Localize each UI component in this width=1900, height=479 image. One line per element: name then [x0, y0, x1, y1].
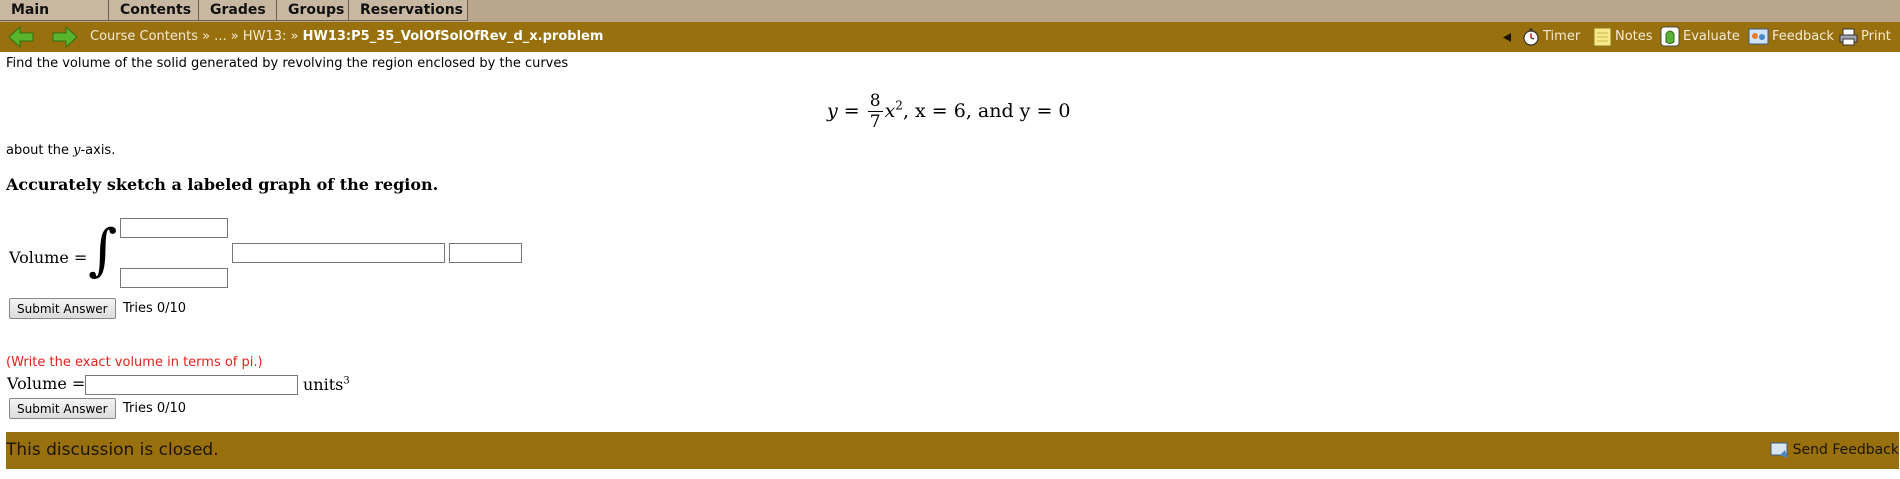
- eq-fraction: 8 7: [867, 91, 883, 132]
- collapse-triangle-icon[interactable]: [1503, 33, 1512, 42]
- menu-groups[interactable]: Groups: [277, 0, 349, 21]
- feedback-label: Feedback: [1772, 29, 1834, 44]
- exact-volume-hint: (Write the exact volume in terms of pi.): [6, 355, 263, 370]
- evaluate-label: Evaluate: [1683, 29, 1740, 44]
- eq-exponent: 2: [895, 98, 903, 113]
- eq-denominator: 7: [869, 112, 881, 132]
- menu-contents[interactable]: Contents: [109, 0, 199, 21]
- integrand-input[interactable]: [232, 243, 445, 263]
- notes-tool[interactable]: Notes: [1593, 22, 1653, 52]
- breadcrumb-current: HW13:P5_35_VolOfSolOfRev_d_x.problem: [302, 29, 604, 44]
- discussion-closed-text: This discussion is closed.: [6, 440, 219, 460]
- menu-grades[interactable]: Grades: [199, 0, 277, 21]
- differential-input[interactable]: [449, 243, 522, 263]
- units-label: units3: [303, 375, 350, 394]
- submit-answer-button-2[interactable]: Submit Answer: [9, 398, 116, 419]
- send-feedback-label: Send Feedback: [1792, 442, 1899, 458]
- back-arrow-icon[interactable]: [8, 26, 34, 48]
- lower-limit-input[interactable]: [120, 268, 228, 288]
- discussion-footer: This discussion is closed. Send Feedback: [6, 432, 1899, 469]
- volume-label-2: Volume =: [7, 374, 86, 393]
- eq-rest: , x = 6, and y = 0: [902, 100, 1071, 122]
- evaluate-tool[interactable]: Evaluate: [1660, 22, 1740, 52]
- tries-counter: Tries 0/10: [123, 301, 187, 316]
- menu-main-menu[interactable]: Main Menu: [0, 0, 109, 39]
- volume-input[interactable]: [85, 375, 298, 395]
- units-exponent: 3: [343, 375, 350, 387]
- about-suffix: -axis.: [80, 143, 116, 158]
- curve-equation: y = 8 7 x2, x = 6, and y = 0: [827, 92, 1071, 134]
- menu-reservations[interactable]: Reservations: [349, 0, 468, 21]
- problem-intro: Find the volume of the solid generated b…: [6, 56, 569, 71]
- eq-x: x: [884, 100, 896, 122]
- volume-label: Volume =: [9, 248, 88, 267]
- upper-limit-input[interactable]: [120, 218, 228, 238]
- about-prefix: about the: [6, 143, 74, 158]
- print-label: Print: [1861, 29, 1891, 44]
- timer-tool[interactable]: Timer: [1522, 22, 1580, 52]
- breadcrumb-path[interactable]: Course Contents » ... » HW13: »: [90, 29, 298, 44]
- integral-symbol: ∫: [88, 218, 118, 283]
- printer-icon: [1839, 28, 1858, 45]
- eq-numerator: 8: [867, 91, 883, 112]
- notepad-icon: [1593, 27, 1612, 46]
- notes-label: Notes: [1615, 29, 1653, 44]
- evaluate-icon: [1660, 26, 1680, 47]
- navigation-bar: Course Contents » ... » HW13: » HW13:P5_…: [0, 22, 1900, 52]
- send-feedback-link[interactable]: Send Feedback: [1770, 432, 1899, 469]
- submit-answer-button[interactable]: Submit Answer: [9, 298, 116, 319]
- feedback-icon: [1748, 28, 1769, 45]
- eq-y-equals: y =: [827, 100, 860, 122]
- main-menu-bar: Main Menu Contents Grades Groups Reserva…: [0, 0, 1900, 39]
- print-tool[interactable]: Print: [1839, 22, 1891, 52]
- forward-arrow-icon[interactable]: [52, 26, 78, 48]
- rotation-axis-text: about the y-axis.: [6, 143, 115, 158]
- breadcrumb: Course Contents » ... » HW13: » HW13:P5_…: [90, 22, 603, 52]
- feedback-tool[interactable]: Feedback: [1748, 22, 1834, 52]
- timer-label: Timer: [1543, 29, 1581, 44]
- clock-icon: [1523, 28, 1539, 46]
- units-text: units: [303, 375, 344, 394]
- sketch-heading: Accurately sketch a labeled graph of the…: [6, 175, 439, 194]
- tries-counter-2: Tries 0/10: [123, 401, 187, 416]
- send-feedback-icon: [1770, 442, 1788, 458]
